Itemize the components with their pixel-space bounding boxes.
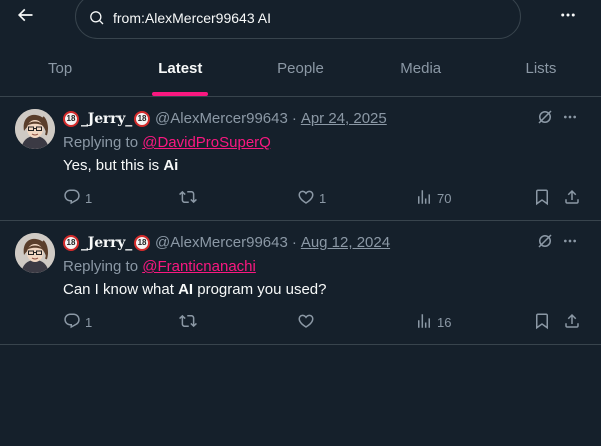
- display-name-text: _Jerry_: [81, 110, 133, 127]
- post-text-part: program you used?: [193, 281, 327, 298]
- user-handle[interactable]: @AlexMercer99643: [155, 110, 288, 127]
- search-query-text: from:AlexMercer99643 AI: [113, 9, 271, 26]
- like-button[interactable]: [297, 311, 319, 333]
- more-button[interactable]: [559, 233, 581, 253]
- post-text-highlight: Ai: [163, 157, 179, 174]
- user-handle[interactable]: @AlexMercer99643: [155, 234, 288, 251]
- share-icon: [563, 312, 581, 333]
- reply-count: 1: [85, 314, 93, 330]
- more-options-button[interactable]: [555, 4, 581, 30]
- back-button[interactable]: [10, 4, 40, 30]
- tab-label: Media: [400, 59, 442, 77]
- replying-to: Replying to @Franticnanachi: [63, 258, 256, 275]
- repost-icon: [179, 312, 197, 333]
- heart-icon: [297, 312, 315, 333]
- tab-label: Latest: [158, 59, 203, 77]
- display-name-text: _Jerry_: [81, 234, 133, 251]
- avatar[interactable]: [15, 109, 55, 149]
- repost-button[interactable]: [179, 187, 201, 209]
- views-icon: [415, 312, 433, 333]
- reply-count: 1: [85, 190, 93, 206]
- share-button[interactable]: [563, 187, 581, 209]
- tab-top[interactable]: Top: [0, 44, 120, 96]
- post-text-highlight: AI: [178, 281, 194, 298]
- post[interactable]: 18 _Jerry_ 18 @AlexMercer99643 · Apr 24,…: [0, 97, 601, 221]
- age-18-badge-icon: 18: [63, 234, 79, 251]
- share-button[interactable]: [563, 311, 581, 333]
- post-header: 18 _Jerry_ 18 @AlexMercer99643 · Apr 24,…: [63, 110, 387, 127]
- search-results-page: from:AlexMercer99643 AI Top Latest Peopl…: [0, 0, 601, 446]
- post-header: 18 _Jerry_ 18 @AlexMercer99643 · Aug 12,…: [63, 234, 390, 251]
- age-18-badge-icon: 18: [134, 110, 151, 127]
- post-actions: 1 16: [63, 311, 593, 333]
- post-date[interactable]: Apr 24, 2025: [301, 110, 387, 127]
- avatar[interactable]: [15, 233, 55, 273]
- replying-to-link[interactable]: @Franticnanachi: [142, 258, 256, 275]
- replying-to: Replying to @DavidProSuperQ: [63, 134, 271, 151]
- views-button[interactable]: 16: [415, 311, 451, 333]
- search-icon: [89, 9, 107, 27]
- views-count: 16: [437, 314, 452, 330]
- share-icon: [563, 188, 581, 209]
- tab-people[interactable]: People: [240, 44, 360, 96]
- replying-to-link[interactable]: @DavidProSuperQ: [142, 134, 271, 151]
- views-count: 70: [437, 190, 452, 206]
- post-date[interactable]: Aug 12, 2024: [301, 234, 390, 251]
- more-horizontal-icon: [562, 109, 578, 130]
- tab-label: People: [277, 59, 324, 77]
- bookmark-icon: [533, 312, 551, 333]
- like-button[interactable]: 1: [297, 187, 326, 209]
- age-18-badge-icon: 18: [63, 110, 79, 127]
- bookmark-button[interactable]: [533, 187, 551, 209]
- tab-media[interactable]: Media: [361, 44, 481, 96]
- post[interactable]: 18 _Jerry_ 18 @AlexMercer99643 · Aug 12,…: [0, 221, 601, 345]
- grok-button[interactable]: [535, 233, 555, 253]
- bookmark-button[interactable]: [533, 311, 551, 333]
- post-text-part: Yes, but this is: [63, 157, 164, 174]
- more-horizontal-icon: [559, 6, 577, 29]
- post-text: Can I know what AI program you used?: [63, 281, 326, 298]
- search-tabs: Top Latest People Media Lists: [0, 44, 601, 97]
- tab-lists[interactable]: Lists: [481, 44, 601, 96]
- views-icon: [415, 188, 433, 209]
- separator-dot: ·: [291, 234, 297, 251]
- tab-label: Lists: [525, 59, 557, 77]
- separator-dot: ·: [291, 110, 297, 127]
- bookmark-icon: [533, 188, 551, 209]
- like-count: 1: [319, 190, 327, 206]
- more-button[interactable]: [559, 109, 581, 129]
- heart-icon: [297, 188, 315, 209]
- reply-button[interactable]: 1: [63, 187, 92, 209]
- grok-button[interactable]: [535, 109, 555, 129]
- grok-icon: [536, 108, 554, 131]
- post-actions: 1 1 70: [63, 187, 593, 209]
- age-18-badge-icon: 18: [134, 234, 151, 251]
- arrow-left-icon: [15, 5, 35, 30]
- search-input[interactable]: from:AlexMercer99643 AI: [75, 0, 521, 39]
- views-button[interactable]: 70: [415, 187, 451, 209]
- display-name[interactable]: 18 _Jerry_ 18: [63, 110, 151, 127]
- reply-icon: [63, 312, 81, 333]
- replying-prefix: Replying to: [63, 258, 143, 275]
- grok-icon: [536, 232, 554, 255]
- top-bar: from:AlexMercer99643 AI: [0, 0, 601, 40]
- tab-label: Top: [48, 59, 73, 77]
- reply-icon: [63, 188, 81, 209]
- tab-latest[interactable]: Latest: [120, 44, 240, 96]
- active-tab-indicator: [152, 92, 209, 96]
- post-text-part: Can I know what: [63, 281, 179, 298]
- repost-button[interactable]: [179, 311, 201, 333]
- post-text: Yes, but this is Ai: [63, 157, 178, 174]
- reply-button[interactable]: 1: [63, 311, 92, 333]
- display-name[interactable]: 18 _Jerry_ 18: [63, 234, 151, 251]
- more-horizontal-icon: [562, 233, 578, 254]
- replying-prefix: Replying to: [63, 134, 143, 151]
- repost-icon: [179, 188, 197, 209]
